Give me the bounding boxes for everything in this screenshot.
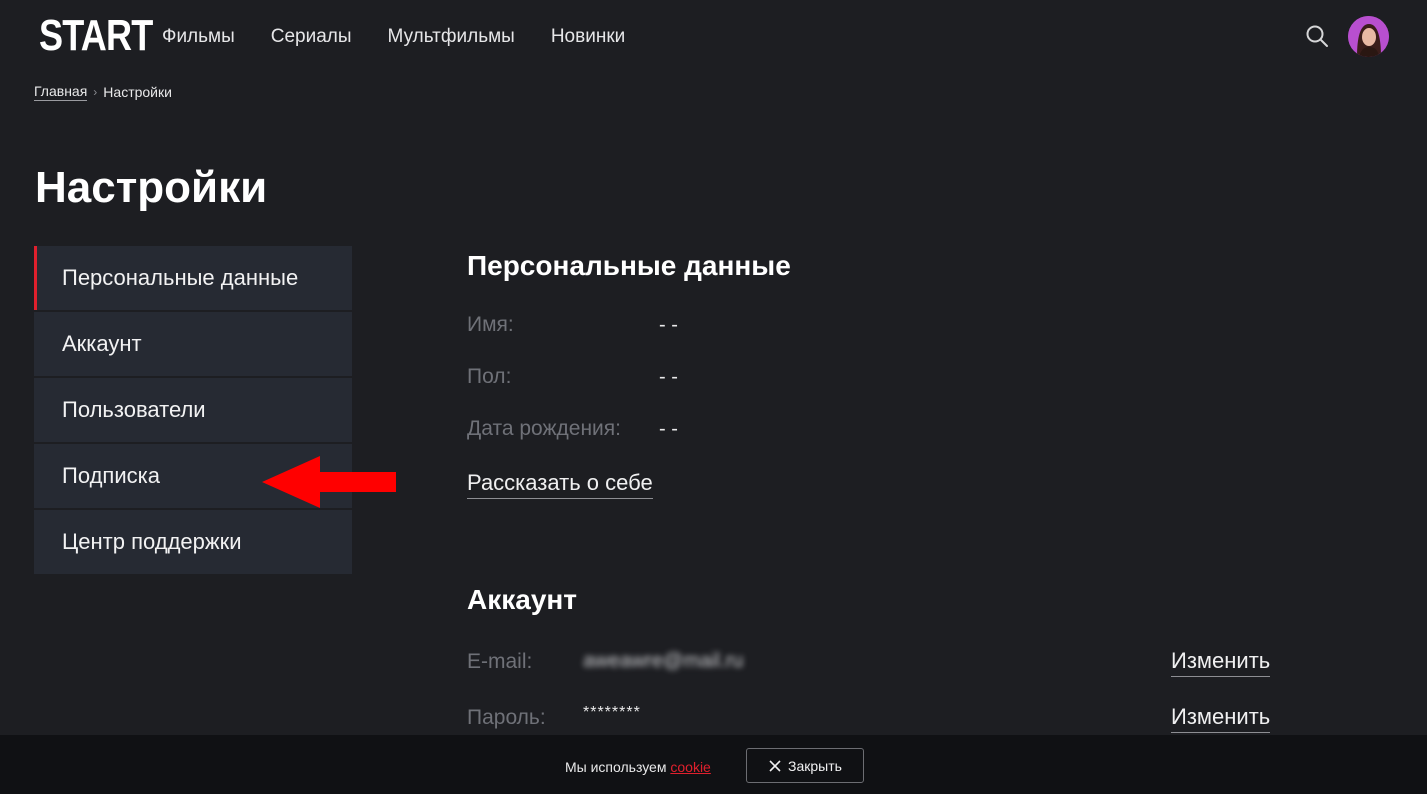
gender-label: Пол:	[467, 365, 512, 388]
breadcrumb-current: Настройки	[103, 84, 172, 100]
personal-section-title: Персональные данные	[467, 250, 791, 281]
nav-films[interactable]: Фильмы	[162, 26, 235, 48]
cookie-text: Мы используем cookie	[565, 759, 711, 775]
nav-new[interactable]: Новинки	[551, 26, 625, 48]
close-icon	[769, 759, 781, 772]
change-password-button[interactable]: Изменить	[1171, 704, 1271, 733]
main-nav: Фильмы Сериалы Мультфильмы Новинки	[162, 26, 661, 48]
logo[interactable]: START	[39, 14, 153, 58]
settings-sidebar: Персональные данные Аккаунт Пользователи…	[34, 246, 352, 576]
close-label: Закрыть	[788, 757, 842, 774]
sidebar-item-personal[interactable]: Персональные данные	[34, 246, 352, 310]
avatar-image	[1348, 16, 1389, 57]
password-label: Пароль:	[467, 706, 546, 729]
cookie-banner: Мы используем cookie Закрыть	[0, 735, 1427, 794]
red-arrow-annotation	[262, 456, 396, 508]
header: START Фильмы Сериалы Мультфильмы Новинки	[0, 0, 1427, 72]
birth-date-label: Дата рождения:	[467, 417, 621, 440]
sidebar-item-support[interactable]: Центр поддержки	[34, 510, 352, 574]
password-value: ********	[583, 704, 641, 721]
gender-value: - -	[659, 366, 678, 388]
breadcrumb: Главная › Настройки	[34, 83, 172, 101]
nav-cartoons[interactable]: Мультфильмы	[388, 26, 515, 48]
search-icon[interactable]	[1305, 24, 1329, 48]
sidebar-item-account[interactable]: Аккаунт	[34, 312, 352, 376]
breadcrumb-home[interactable]: Главная	[34, 83, 88, 101]
about-me-link[interactable]: Рассказать о себе	[467, 470, 653, 499]
account-section-title: Аккаунт	[467, 584, 578, 615]
email-value: aweawre@mail.ru	[583, 650, 744, 672]
sidebar-item-users[interactable]: Пользователи	[34, 378, 352, 442]
page-title: Настройки	[35, 163, 268, 212]
birth-date-value: - -	[659, 418, 678, 440]
close-cookie-button[interactable]: Закрыть	[746, 748, 864, 783]
cookie-link[interactable]: cookie	[670, 759, 710, 775]
name-label: Имя:	[467, 313, 514, 336]
chevron-right-icon: ›	[93, 85, 98, 99]
avatar[interactable]	[1348, 16, 1389, 57]
name-value: - -	[659, 314, 678, 336]
change-email-button[interactable]: Изменить	[1171, 648, 1271, 677]
nav-series[interactable]: Сериалы	[271, 26, 352, 48]
cookie-message: Мы используем	[565, 759, 667, 775]
email-label: E-mail:	[467, 650, 533, 673]
